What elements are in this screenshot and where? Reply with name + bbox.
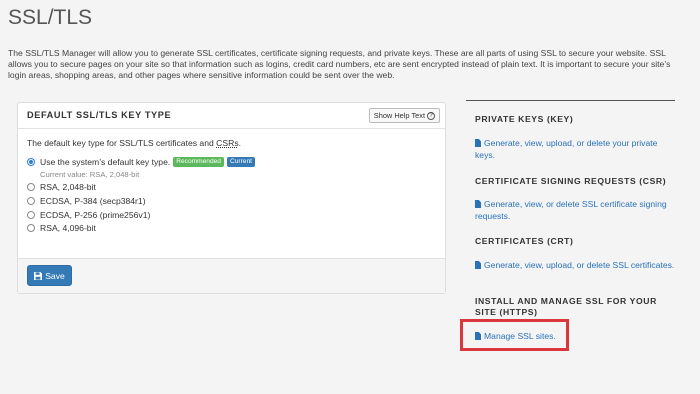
- save-label: Save: [45, 270, 65, 281]
- panel-description: The default key type for SSL/TLS certifi…: [27, 138, 242, 148]
- option-label: RSA, 2,048-bit: [40, 182, 96, 193]
- panel-header: DEFAULT SSL/TLS KEY TYPE Show Help Text …: [18, 103, 445, 129]
- option-label: RSA, 4,096-bit: [40, 223, 96, 234]
- floppy-disk-icon: [34, 271, 43, 280]
- panel-title: DEFAULT SSL/TLS KEY TYPE: [27, 110, 172, 120]
- option-rsa-2048[interactable]: RSA, 2,048-bit: [27, 181, 255, 195]
- section-heading-private-keys: PRIVATE KEYS (KEY): [475, 114, 574, 124]
- option-label: ECDSA, P-256 (prime256v1): [40, 209, 151, 220]
- radio-ecdsa-p384[interactable]: [27, 196, 35, 205]
- key-type-panel: DEFAULT SSL/TLS KEY TYPE Show Help Text …: [17, 102, 446, 294]
- page-title: SSL/TLS: [8, 6, 93, 29]
- sidebar-divider: [466, 100, 675, 101]
- option-label: ECDSA, P-384 (secp384r1): [40, 195, 146, 206]
- option-ecdsa-p256[interactable]: ECDSA, P-256 (prime256v1): [27, 208, 255, 222]
- current-badge: Current: [226, 156, 255, 167]
- highlight-box: [460, 319, 569, 351]
- show-help-text-button[interactable]: Show Help Text ?: [368, 108, 440, 123]
- section-heading-https: INSTALL AND MANAGE SSL FOR YOUR SITE (HT…: [475, 296, 657, 317]
- document-icon: [475, 139, 481, 147]
- document-icon: [475, 261, 481, 269]
- radio-rsa-2048[interactable]: [27, 183, 35, 192]
- document-icon: [475, 200, 481, 208]
- key-type-options: Use the system’s default key type. Recom…: [27, 155, 255, 235]
- section-heading-csr: CERTIFICATE SIGNING REQUESTS (CSR): [475, 176, 667, 186]
- question-circle-icon: ?: [427, 111, 435, 120]
- option-rsa-4096[interactable]: RSA, 4,096-bit: [27, 221, 255, 235]
- option-ecdsa-p384[interactable]: ECDSA, P-384 (secp384r1): [27, 194, 255, 208]
- save-button[interactable]: Save: [27, 265, 72, 286]
- panel-footer: Save: [18, 258, 445, 293]
- help-label: Show Help Text: [373, 111, 425, 120]
- csrs-abbreviation: CSRs: [216, 138, 239, 148]
- recommended-badge: Recommended: [173, 156, 224, 167]
- radio-system-default[interactable]: [27, 157, 35, 166]
- radio-rsa-4096[interactable]: [27, 224, 35, 233]
- link-csr[interactable]: Generate, view, or delete SSL certificat…: [475, 198, 675, 222]
- section-heading-crt: CERTIFICATES (CRT): [475, 236, 574, 246]
- link-crt[interactable]: Generate, view, upload, or delete SSL ce…: [475, 259, 675, 271]
- link-private-keys[interactable]: Generate, view, upload, or delete your p…: [475, 137, 675, 161]
- option-system-default[interactable]: Use the system’s default key type. Recom…: [27, 155, 255, 169]
- current-value-text: Current value: RSA, 2,048-bit: [40, 169, 140, 179]
- radio-ecdsa-p256[interactable]: [27, 210, 35, 219]
- option-label: Use the system’s default key type.: [40, 156, 171, 167]
- intro-text: The SSL/TLS Manager will allow you to ge…: [8, 48, 671, 80]
